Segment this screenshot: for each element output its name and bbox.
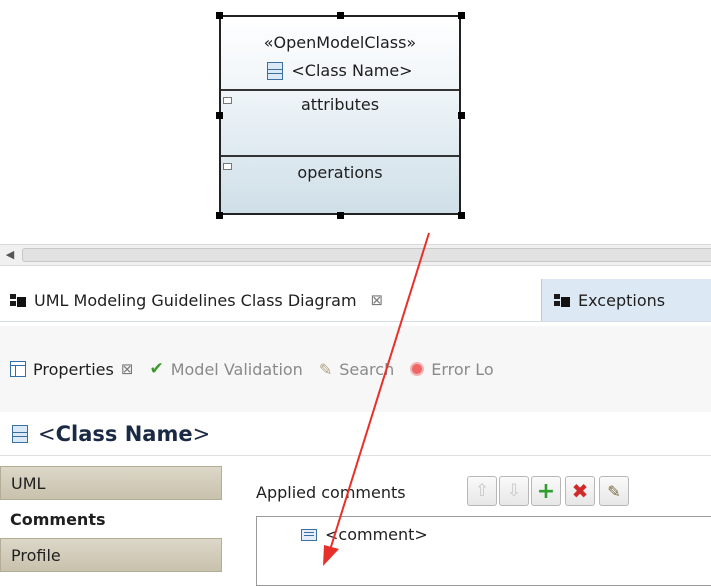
class-stereotype: «OpenModelClass» (263, 33, 417, 52)
property-section-list: UML Comments Profile (0, 456, 226, 586)
tab-model-validation[interactable]: ✔ Model Validation (149, 359, 302, 379)
section-uml[interactable]: UML (0, 466, 222, 500)
remove-comment-button[interactable]: ✖ (565, 476, 595, 506)
resize-handle-e[interactable] (458, 112, 465, 119)
operations-divider (221, 155, 459, 157)
comment-icon (301, 528, 317, 541)
tab-label: Search (339, 359, 395, 379)
resize-handle-se[interactable] (458, 212, 465, 219)
tab-label: Model Validation (170, 359, 303, 379)
scrollbar-thumb[interactable] (22, 248, 711, 262)
move-down-button[interactable]: ⇩ (499, 476, 529, 506)
class-diagram-icon (10, 293, 26, 307)
comment-label: <comment> (325, 525, 428, 544)
class-name: <Class Name> (291, 61, 413, 80)
section-profile[interactable]: Profile (0, 538, 222, 572)
resize-handle-nw[interactable] (216, 12, 223, 19)
horizontal-scrollbar[interactable]: ◀ (0, 244, 711, 266)
operations-compartment[interactable]: operations (221, 163, 459, 182)
applied-comments-list[interactable]: <comment> (256, 516, 711, 586)
tab-label: Exceptions (578, 290, 666, 310)
resize-handle-n[interactable] (337, 12, 344, 19)
properties-title: <Class Name> (38, 421, 211, 446)
scroll-left-arrow-icon[interactable]: ◀ (2, 247, 18, 263)
uml-class-shape[interactable]: «OpenModelClass» <Class Name> attributes… (219, 15, 461, 215)
class-diagram-icon (554, 293, 570, 307)
edit-comment-button[interactable]: ✎ (599, 476, 629, 506)
move-up-button[interactable]: ⇧ (467, 476, 497, 506)
close-icon[interactable]: ⊠ (371, 291, 384, 309)
tab-error-log[interactable]: Error Lo (410, 360, 494, 379)
resize-handle-ne[interactable] (458, 12, 465, 19)
properties-icon (10, 361, 26, 377)
resize-handle-s[interactable] (337, 212, 344, 219)
add-comment-button[interactable]: + (531, 476, 561, 506)
class-icon (267, 61, 284, 80)
resize-handle-w[interactable] (216, 112, 223, 119)
error-log-icon (410, 362, 425, 376)
tab-properties[interactable]: Properties ⊠ (10, 360, 133, 379)
class-icon (12, 424, 28, 443)
tab-search[interactable]: ✎ Search (319, 360, 394, 379)
tab-label: Properties (33, 359, 114, 379)
attributes-compartment[interactable]: attributes (221, 95, 459, 114)
check-icon: ✔ (149, 359, 164, 379)
list-item[interactable]: <comment> (301, 525, 428, 544)
tab-class-diagram[interactable]: UML Modeling Guidelines Class Diagram ⊠ (0, 279, 541, 321)
search-icon: ✎ (318, 359, 333, 379)
class-name-row: <Class Name> (221, 61, 459, 80)
section-comments[interactable]: Comments (0, 502, 222, 536)
resize-handle-sw[interactable] (216, 212, 223, 219)
applied-comments-label: Applied comments (256, 483, 406, 502)
tab-exceptions[interactable]: Exceptions (541, 279, 711, 321)
tab-label: Error Lo (431, 359, 494, 379)
tab-label: UML Modeling Guidelines Class Diagram (34, 290, 357, 310)
properties-header: <Class Name> (0, 412, 711, 456)
close-icon[interactable]: ⊠ (121, 360, 134, 378)
attributes-divider (221, 89, 459, 91)
view-tab-bar: Properties ⊠ ✔ Model Validation ✎ Search… (0, 326, 711, 416)
editor-tab-bar: UML Modeling Guidelines Class Diagram ⊠ … (0, 279, 711, 322)
